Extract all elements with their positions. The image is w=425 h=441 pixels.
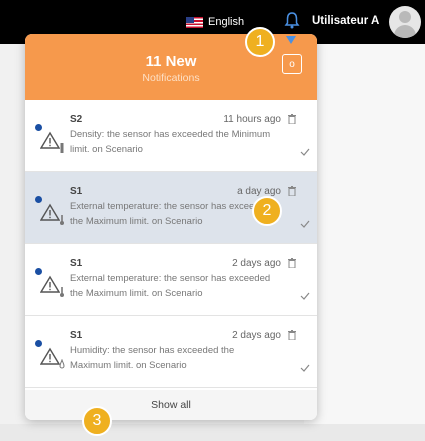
notifications-panel: 11 New Notifications o S2 11 hours ago Den… [25, 34, 317, 420]
bell-icon[interactable] [284, 11, 300, 29]
thermometer-icon [59, 212, 65, 225]
thermometer-icon [59, 284, 65, 297]
unread-dot [35, 124, 42, 131]
warning-icon [40, 203, 60, 221]
unread-dot [35, 268, 42, 275]
callout-badge-1: 1 [245, 27, 275, 57]
page-background-card [304, 44, 425, 441]
notification-time: 11 hours ago [223, 114, 281, 125]
notification-item[interactable]: S2 11 hours ago Density: the sensor has ex… [25, 100, 317, 172]
notification-time: 2 days ago [232, 258, 281, 269]
notification-message: External temperature: the sensor has exc… [70, 201, 271, 227]
unread-dot [35, 196, 42, 203]
show-all-footer[interactable]: Show all [25, 390, 317, 420]
notification-message: Density: the sensor has exceeded the Min… [70, 129, 271, 155]
show-all-link[interactable]: Show all [151, 399, 191, 411]
notification-title: S1 [70, 330, 83, 341]
avatar[interactable] [389, 6, 421, 38]
notification-title: S2 [70, 114, 83, 125]
notification-message: Humidity: the sensor has exceeded the Ma… [70, 345, 235, 371]
warning-icon [40, 131, 60, 149]
check-icon[interactable] [300, 148, 310, 156]
callout-badge-3: 3 [82, 406, 112, 436]
trash-icon[interactable] [288, 114, 296, 124]
notification-time: 2 days ago [232, 330, 281, 341]
callout-badge-2: 2 [252, 196, 282, 226]
unread-dot [35, 340, 42, 347]
trash-icon[interactable] [288, 186, 296, 196]
warning-icon [40, 275, 60, 293]
density-icon [59, 140, 65, 153]
notification-message: External temperature: the sensor has exc… [70, 273, 271, 299]
trash-icon[interactable] [288, 258, 296, 268]
mark-all-read-button[interactable]: o [282, 54, 302, 74]
notification-title: S1 [70, 258, 83, 269]
user-name[interactable]: Utilisateur A [312, 15, 379, 27]
flag-icon [186, 16, 203, 28]
callout-pointer-icon [286, 36, 296, 44]
page-footer-strip [0, 424, 425, 441]
check-icon[interactable] [300, 220, 310, 228]
check-icon[interactable] [300, 364, 310, 372]
warning-icon [40, 347, 60, 365]
language-selector[interactable]: English [186, 13, 244, 31]
notifications-subtitle: Notifications [142, 72, 200, 84]
notification-time: a day ago [237, 186, 281, 197]
notification-item[interactable]: S1 2 days ago Humidity: the sensor has exc… [25, 316, 317, 388]
droplet-icon [59, 356, 65, 369]
trash-icon[interactable] [288, 330, 296, 340]
notification-title: S1 [70, 186, 83, 197]
check-icon[interactable] [300, 292, 310, 300]
notification-item[interactable]: S1 2 days ago External temperature: the se… [25, 244, 317, 316]
language-label: English [208, 16, 245, 28]
